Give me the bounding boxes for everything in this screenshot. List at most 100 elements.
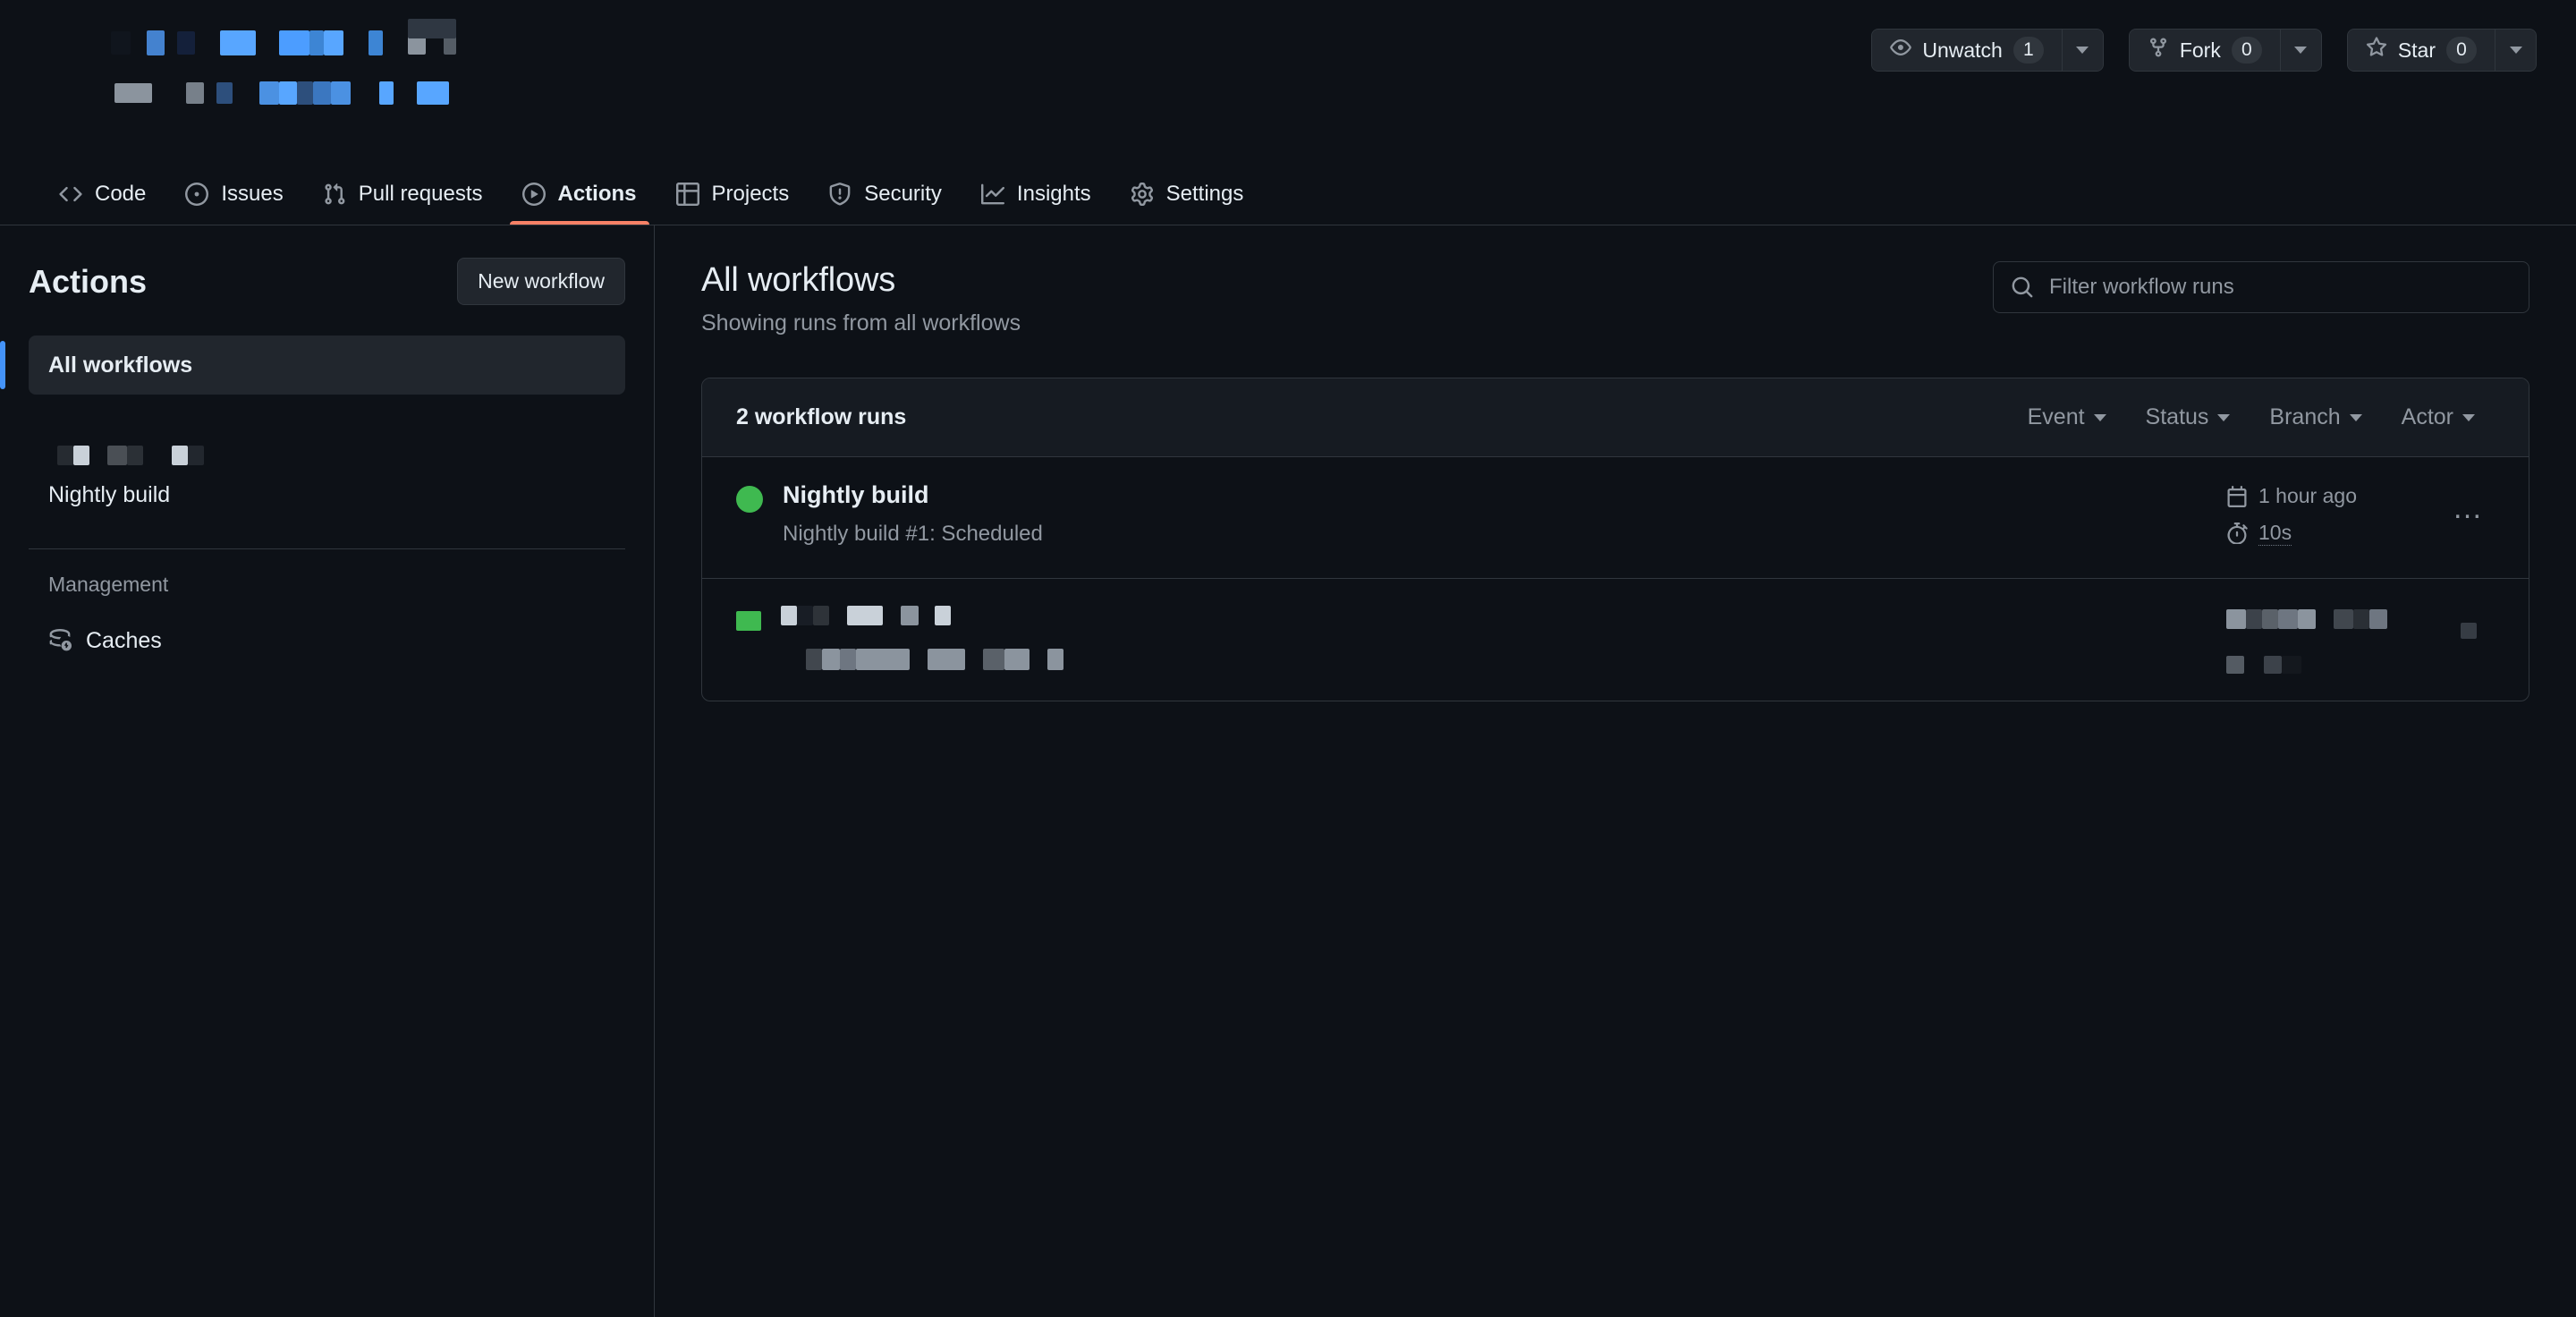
watch-button[interactable]: Unwatch 1 [1872,30,2062,71]
redaction-block [216,82,233,104]
redaction-block [806,649,822,670]
redaction-block [147,30,165,55]
star-dropdown-button[interactable] [2495,30,2536,71]
redaction-block [369,30,383,55]
tab-insights[interactable]: Insights [962,182,1111,225]
code-icon [59,183,82,206]
tab-issues[interactable]: Issues [165,182,302,225]
redaction-block [935,606,951,625]
sidebar-item-nightly-build[interactable]: Nightly build [29,466,625,523]
redaction-block [2353,609,2369,629]
fork-button-group[interactable]: Fork 0 [2128,29,2322,72]
run-meta: 1 hour ago 10s [2226,484,2405,546]
redaction-block [309,30,324,55]
redaction-line [781,606,2226,625]
redaction-line [2226,609,2387,629]
sidebar-header: Actions New workflow [29,258,625,305]
sidebar-section-heading-redacted [57,445,625,466]
tab-code[interactable]: Code [39,182,165,225]
redaction-block [259,81,279,105]
run-name-link[interactable]: Nightly build [783,480,2226,511]
redaction-block [1004,649,1030,670]
workflow-runs-count: 2 workflow runs [736,404,907,429]
filter-branch[interactable]: Branch [2250,404,2381,430]
redaction-block [107,446,127,465]
filter-event[interactable]: Event [2008,404,2126,430]
page-title: All workflows [701,261,895,299]
sidebar-item-caches-label: Caches [86,627,162,653]
redaction-block [781,606,797,625]
redaction-block [2461,623,2477,639]
redaction-block [220,30,256,55]
page-layout: Actions New workflow All workflows Night… [0,225,2576,1317]
redaction-block [2264,656,2282,674]
eye-icon [1890,37,1912,64]
tab-settings[interactable]: Settings [1111,182,1264,225]
redaction-block [279,81,297,105]
redaction-block [797,606,813,625]
fork-count: 0 [2231,37,2262,64]
sidebar-divider [29,548,625,549]
run-time: 1 hour ago [2226,484,2357,508]
tab-settings-label: Settings [1165,182,1244,206]
star-button[interactable]: Star 0 [2347,30,2495,71]
filter-search-box [1993,261,2529,313]
tab-security[interactable]: Security [809,182,962,225]
redaction-block [172,446,188,465]
watch-count: 1 [2012,37,2044,64]
tab-actions[interactable]: Actions [503,182,657,225]
run-main: Nightly build Nightly build #1: Schedule… [783,480,2226,547]
tab-issues-label: Issues [221,182,284,206]
actions-sidebar: Actions New workflow All workflows Night… [0,225,655,1317]
chevron-down-icon [2076,47,2089,54]
run-more-options-button[interactable]: … [2443,488,2495,531]
filter-actor[interactable]: Actor [2382,404,2495,430]
table-icon [675,183,699,206]
run-main-redacted [781,602,2226,670]
table-row[interactable]: Nightly build Nightly build #1: Schedule… [702,457,2529,579]
tab-pull-requests[interactable]: Pull requests [303,182,503,225]
redaction-block [2282,656,2301,674]
watch-button-group[interactable]: Unwatch 1 [1871,29,2104,72]
table-row[interactable] [702,579,2529,701]
fork-dropdown-button[interactable] [2279,30,2321,71]
search-input[interactable] [1993,261,2529,313]
redaction-block [313,81,331,105]
tab-pull-requests-label: Pull requests [358,182,483,206]
redaction-block [324,30,343,55]
sidebar-item-all-workflows[interactable]: All workflows [0,336,625,395]
workflow-runs-filters: Event Status Branch Actor [2008,404,2495,430]
fork-button[interactable]: Fork 0 [2129,30,2280,71]
check-circle-fill-icon [736,486,763,513]
calendar-icon [2226,485,2248,507]
filter-actor-label: Actor [2401,404,2453,429]
run-more-options-button-redacted[interactable] [2443,609,2495,652]
redaction-line [2226,656,2301,674]
stopwatch-icon [2226,523,2248,544]
star-count: 0 [2446,37,2477,64]
redaction-block [111,31,131,55]
fork-button-label: Fork [2179,38,2221,62]
repo-subtitle-redacted [39,81,2537,105]
redaction-block [331,81,351,105]
redaction-block [188,446,204,465]
watch-dropdown-button[interactable] [2061,30,2103,71]
redaction-block [73,446,89,465]
sidebar-item-nightly-build-label: Nightly build [48,481,171,507]
tab-projects[interactable]: Projects [657,182,809,225]
star-button-group[interactable]: Star 0 [2346,29,2537,72]
redaction-block [856,649,910,670]
new-workflow-button[interactable]: New workflow [457,258,625,305]
redaction-block [901,606,919,625]
play-icon [521,183,546,206]
filter-status[interactable]: Status [2126,404,2250,430]
sidebar-item-caches[interactable]: Caches [29,615,625,667]
redaction-line [806,649,2226,670]
issue-opened-icon [185,183,209,206]
redaction-block [279,30,309,55]
main-header: All workflows Showing runs from all work… [701,261,2529,336]
redaction-block [2226,609,2246,629]
workflow-runs-card: 2 workflow runs Event Status Branch Acto… [701,378,2529,701]
chevron-down-icon [2349,413,2362,421]
redaction-block [114,83,152,103]
